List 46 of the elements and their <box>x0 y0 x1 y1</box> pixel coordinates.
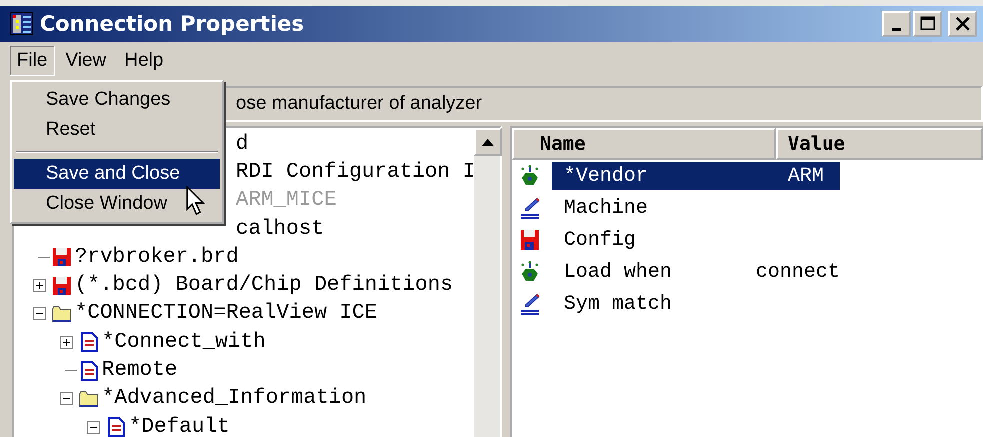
property-row[interactable]: Machine <box>552 194 840 222</box>
tree-item[interactable]: *CONNECTION=RealView ICE <box>75 302 378 326</box>
tree-item[interactable]: calhost <box>236 218 324 241</box>
document-icon <box>79 332 99 352</box>
folder-icon <box>52 304 72 324</box>
app-icon <box>10 12 34 36</box>
column-header[interactable]: Name <box>512 128 776 160</box>
collapse-toggle[interactable] <box>86 420 100 434</box>
collapse-toggle[interactable] <box>32 307 46 320</box>
column-header[interactable]: Value <box>776 128 983 160</box>
tree-item[interactable]: RDI Configuration I <box>236 160 473 184</box>
cursor-icon <box>186 186 206 218</box>
tree-item[interactable]: *Advanced_Information <box>102 387 367 410</box>
window-title: Connection Properties <box>40 12 304 36</box>
property-row[interactable]: Config <box>552 226 840 254</box>
menu-item[interactable]: Save Changes <box>14 85 220 115</box>
collapse-toggle[interactable] <box>60 392 72 406</box>
property-row[interactable]: *Vendor ARM <box>552 162 840 190</box>
scrollbar[interactable] <box>473 128 500 437</box>
minimize-button[interactable] <box>882 11 911 37</box>
scroll-up-button[interactable] <box>474 128 502 156</box>
menu-bar-item[interactable]: Help <box>117 46 171 76</box>
menu-bar-item[interactable]: View <box>58 46 114 76</box>
tree-item[interactable]: *Default <box>129 416 230 437</box>
menu-item[interactable]: Save and Close <box>14 159 220 189</box>
folder-icon <box>79 388 99 409</box>
menu-bar-item[interactable]: File <box>10 46 55 76</box>
beacon-icon <box>520 165 540 187</box>
property-row[interactable]: Load when connect <box>552 258 840 286</box>
tree-item[interactable]: *Connect_with <box>102 330 266 354</box>
property-row[interactable]: Sym match <box>552 290 840 318</box>
pen-icon <box>520 197 540 219</box>
pen-icon <box>520 293 540 315</box>
close-button[interactable] <box>948 11 977 37</box>
tree-item[interactable]: d <box>236 132 249 156</box>
document-icon <box>79 360 99 381</box>
tree-item[interactable]: Remote <box>102 359 178 382</box>
expand-toggle[interactable] <box>32 279 46 292</box>
up-arrow-icon <box>482 138 494 146</box>
expand-toggle[interactable] <box>60 336 72 349</box>
maximize-button[interactable] <box>913 11 942 37</box>
menu-item[interactable]: Close Window <box>14 189 220 219</box>
beacon-icon <box>520 261 540 283</box>
tree-item[interactable]: ?rvbroker.brd <box>75 246 239 269</box>
tree-item[interactable]: (*.bcd) Board/Chip Definitions <box>75 274 454 298</box>
minimize-icon <box>892 28 901 30</box>
